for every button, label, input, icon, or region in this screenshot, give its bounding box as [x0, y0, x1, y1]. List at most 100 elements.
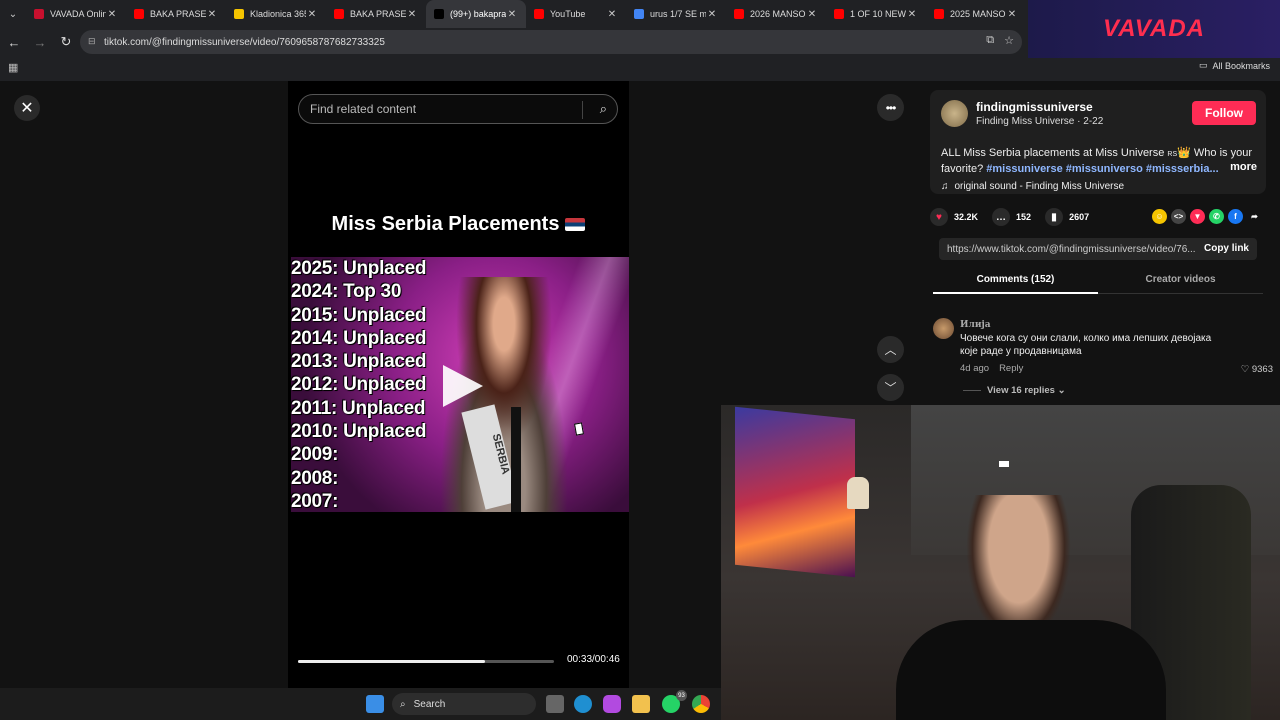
link-field[interactable]: https://www.tiktok.com/@findingmissunive…: [939, 238, 1257, 260]
copilot-icon[interactable]: [603, 695, 621, 713]
taskbar-search-label: Search: [413, 698, 446, 710]
tab-title: YouTube: [550, 9, 586, 19]
tab-close-icon[interactable]: ✕: [106, 9, 118, 20]
display-name: Finding Miss Universe: [976, 116, 1075, 127]
placement-line: 2010: Unplaced: [291, 421, 427, 443]
reload-icon[interactable]: ↻: [54, 30, 78, 54]
browser-tab[interactable]: BAKA PRASE X✕: [126, 0, 226, 28]
forward-icon[interactable]: →: [28, 30, 52, 54]
video-player[interactable]: Find related content ⌕ Miss Serbia Place…: [288, 81, 629, 688]
webcam-streamer-body: [896, 620, 1166, 720]
bookmark-star-icon[interactable]: ☆: [1004, 34, 1014, 47]
tab-search-icon[interactable]: ⌄: [0, 0, 26, 28]
browser-tab[interactable]: 2025 MANSOR ✕: [926, 0, 1026, 28]
share-buttons: ☺ <> ▼ ✆ f ➦: [1152, 209, 1262, 224]
all-bookmarks[interactable]: ▭ All Bookmarks: [1199, 60, 1270, 71]
share-arrow-icon[interactable]: ➦: [1247, 209, 1262, 224]
more-options-icon[interactable]: •••: [877, 94, 904, 121]
friends-share-icon[interactable]: ☺: [1152, 209, 1167, 224]
comment-button[interactable]: … 152: [992, 208, 1031, 226]
search-icon[interactable]: ⌕: [600, 101, 607, 117]
reply-button[interactable]: Reply: [999, 363, 1023, 374]
send-icon[interactable]: ▼: [1190, 209, 1205, 224]
browser-tab[interactable]: VAVADA Online✕: [26, 0, 126, 28]
username[interactable]: findingmissuniverse: [976, 100, 1093, 114]
comment-avatar[interactable]: [933, 318, 954, 339]
heart-outline-icon: ♡: [1240, 364, 1250, 375]
sound-label: original sound - Finding Miss Universe: [954, 181, 1125, 192]
play-icon[interactable]: [443, 365, 483, 407]
install-app-icon[interactable]: ⧉: [986, 34, 994, 47]
placement-line: 2014: Unplaced: [291, 327, 427, 349]
tab-title: urus 1/7 SE ma: [650, 9, 706, 19]
tab-favicon-icon: [134, 9, 144, 19]
tab-favicon-icon: [934, 9, 944, 19]
task-view-icon[interactable]: [546, 695, 564, 713]
close-icon[interactable]: ✕: [14, 95, 40, 121]
chrome-icon[interactable]: [692, 695, 710, 713]
tab-creator-videos[interactable]: Creator videos: [1098, 274, 1263, 285]
browser-tab[interactable]: urus 1/7 SE ma ✕: [626, 0, 726, 28]
music-note-icon: ♫: [941, 181, 949, 192]
webcam-overlay: [721, 405, 1280, 720]
ad-banner[interactable]: VAVADA: [1028, 0, 1280, 58]
next-video-icon[interactable]: ﹀: [877, 374, 904, 401]
follow-button[interactable]: Follow: [1192, 101, 1256, 125]
comment-icon: …: [992, 208, 1011, 226]
link-text: https://www.tiktok.com/@findingmissunive…: [947, 243, 1196, 255]
placement-line: 2008:: [291, 467, 339, 489]
tab-title: BAKA PRASE X: [150, 9, 206, 19]
whatsapp-share-icon[interactable]: ✆: [1209, 209, 1224, 224]
browser-tab[interactable]: 2026 MANSOR ✕: [726, 0, 826, 28]
browser-tab[interactable]: BAKA PRASE X✕: [326, 0, 426, 28]
tab-favicon-icon: [734, 9, 744, 19]
taskbar-search[interactable]: ⌕ Search: [392, 693, 536, 715]
tab-close-icon[interactable]: ✕: [706, 9, 718, 20]
url-field[interactable]: ⊟ tiktok.com/@findingmissuniverse/video/…: [80, 30, 1022, 54]
tab-title: 1 OF 10 NEW: [850, 9, 906, 19]
tab-comments[interactable]: Comments (152): [933, 274, 1098, 285]
like-button[interactable]: ♥ 32.2K: [930, 208, 978, 226]
comment-like-button[interactable]: ♡ 9363: [1241, 364, 1273, 375]
copy-link-button[interactable]: Copy link: [1204, 243, 1249, 254]
tab-close-icon[interactable]: ✕: [306, 9, 318, 20]
browser-tab[interactable]: 1 OF 10 NEW ✕: [826, 0, 926, 28]
address-bar: ← → ↻ ⊟ tiktok.com/@findingmissuniverse/…: [0, 28, 1028, 56]
back-icon[interactable]: ←: [2, 30, 26, 54]
apps-grid-icon[interactable]: ▦: [8, 61, 20, 74]
browser-tab[interactable]: (99+) bakaprase✕: [426, 0, 526, 28]
tab-close-icon[interactable]: ✕: [206, 9, 218, 20]
tab-close-icon[interactable]: ✕: [506, 9, 518, 20]
browser-tab[interactable]: Kladionica 365 ✕: [226, 0, 326, 28]
display-name-date: Finding Miss Universe · 2-22: [976, 116, 1104, 127]
view-replies-button[interactable]: View 16 replies ⌄: [963, 385, 1066, 396]
edge-icon[interactable]: [574, 695, 592, 713]
tab-favicon-icon: [34, 9, 44, 19]
file-explorer-icon[interactable]: [632, 695, 650, 713]
tab-close-icon[interactable]: ✕: [906, 9, 918, 20]
progress-bar[interactable]: [298, 660, 554, 663]
tab-close-icon[interactable]: ✕: [1006, 9, 1018, 20]
sound-link[interactable]: ♫ original sound - Finding Miss Universe: [941, 181, 1124, 192]
facebook-share-icon[interactable]: f: [1228, 209, 1243, 224]
comment-meta: 4d ago Reply: [960, 363, 1023, 374]
avatar[interactable]: [941, 100, 968, 127]
browser-tab[interactable]: YouTube ✕: [526, 0, 626, 28]
tab-close-icon[interactable]: ✕: [806, 9, 818, 20]
windows-start-icon[interactable]: [366, 695, 384, 713]
video-frame[interactable]: SERBIA 2025: Unplaced 2024: Top 30 2015: U…: [291, 257, 629, 512]
search-input[interactable]: Find related content ⌕: [298, 94, 618, 124]
more-button[interactable]: more: [1230, 160, 1257, 174]
save-button[interactable]: ▮ 2607: [1045, 208, 1089, 226]
previous-video-icon[interactable]: ︿: [877, 336, 904, 363]
site-info-icon[interactable]: ⊟: [88, 36, 98, 46]
tab-strip: ⌄ VAVADA Online✕BAKA PRASE X✕Kladionica …: [0, 0, 1028, 28]
post-date: 2-22: [1083, 116, 1104, 127]
tab-close-icon[interactable]: ✕: [606, 9, 618, 20]
embed-icon[interactable]: <>: [1171, 209, 1186, 224]
tab-favicon-icon: [534, 9, 544, 19]
tab-close-icon[interactable]: ✕: [406, 9, 418, 20]
placement-line: 2009:: [291, 444, 339, 466]
hashtags[interactable]: #missuniverse #missuniverso #missserbia.…: [986, 163, 1218, 175]
comment-username[interactable]: Илија: [960, 320, 991, 330]
